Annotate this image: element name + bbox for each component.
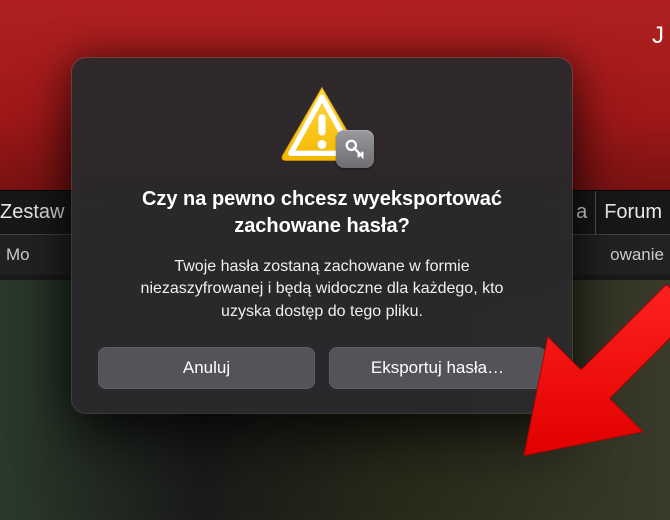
dialog-body-text: Twoje hasła zostaną zachowane w formie n… [98, 256, 546, 323]
dialog-title: Czy na pewno chcesz wyeksportować zachow… [98, 186, 546, 240]
subtab-left[interactable]: Mo [6, 245, 30, 265]
key-icon [336, 130, 374, 168]
export-button[interactable]: Eksportuj hasła… [329, 347, 546, 389]
cancel-button[interactable]: Anuluj [98, 347, 315, 389]
nav-tab-zestaw[interactable]: Zestaw [0, 191, 75, 234]
export-passwords-dialog: Czy na pewno chcesz wyeksportować zachow… [72, 58, 572, 413]
subtab-right[interactable]: owanie [610, 245, 664, 265]
dialog-button-row: Anuluj Eksportuj hasła… [98, 347, 546, 389]
header-text-fragment: J [652, 22, 664, 50]
nav-tab-forum[interactable]: Forum [595, 191, 670, 234]
dialog-icon-wrap [98, 84, 546, 164]
